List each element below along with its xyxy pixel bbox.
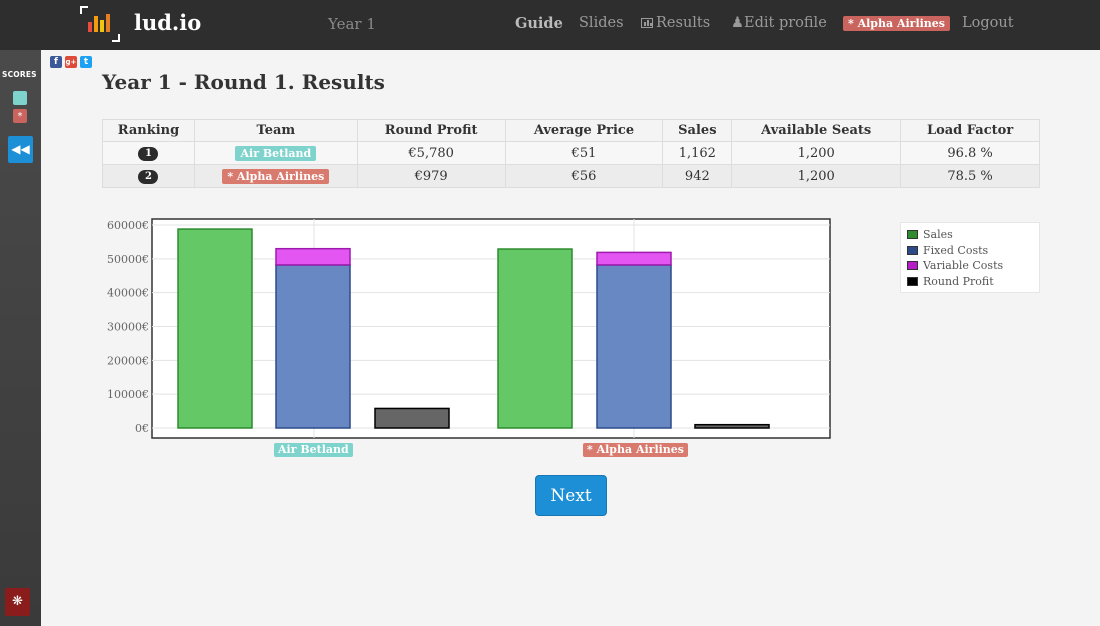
table-row: 1 Air Betland €5,780 €51 1,162 1,200 96.… [102,141,1040,165]
bar-sales [497,248,573,429]
legend-item-round-profit: Round Profit [907,274,1033,290]
legend-swatch [907,230,918,240]
user-icon: ♟ [731,15,744,31]
table-header-row: Ranking Team Round Profit Average Price … [102,119,1040,142]
cell-sales: 942 [662,164,733,188]
col-ranking: Ranking [102,119,195,142]
legend-item-variable-costs: Variable Costs [907,258,1033,274]
brand-name[interactable]: lud.io [134,10,201,35]
nav-logout[interactable]: Logout [962,15,1014,31]
nav-edit-profile[interactable]: ♟Edit profile [731,15,827,31]
cell-sales: 1,162 [662,141,733,165]
y-tick-label: 20000€ [107,354,149,367]
cell-seats: 1,200 [731,164,902,188]
y-tick-label: 30000€ [107,321,149,334]
google-share-icon[interactable]: g+ [65,56,77,68]
double-chevron-left-icon: ◀◀ [11,142,30,156]
legend-item-sales: Sales [907,227,1033,243]
chart-legend: Sales Fixed Costs Variable Costs Round P… [900,222,1040,293]
bug-icon: ❋ [12,594,23,609]
y-tick-label: 10000€ [107,388,149,401]
x-category-alpha-airlines: * Alpha Airlines [583,443,688,457]
report-bug-button[interactable]: ❋ [5,588,30,616]
bar-fixed-costs [596,264,672,429]
bar-sales [177,228,253,429]
cell-price: €51 [504,141,664,165]
plot-area [151,218,831,439]
bar-round-profit [374,407,450,429]
col-available-seats: Available Seats [731,119,902,142]
y-tick-label: 50000€ [107,253,149,266]
cell-load: 96.8 % [900,141,1040,165]
col-load-factor: Load Factor [900,119,1040,142]
bar-variable-costs [596,251,672,266]
nav-results[interactable]: Results [641,15,710,31]
cell-load: 78.5 % [900,164,1040,188]
team-score-square-alpha-airlines[interactable]: * [13,109,27,123]
cell-price: €56 [504,164,664,188]
x-category-air-betland: Air Betland [274,443,353,457]
legend-item-fixed-costs: Fixed Costs [907,243,1033,259]
top-navbar: lud.io Year 1 Guide Slides Results ♟Edit… [0,0,1100,50]
facebook-share-icon[interactable]: f [50,56,62,68]
col-sales: Sales [662,119,733,142]
col-average-price: Average Price [504,119,664,142]
team-score-square-air-betland[interactable] [13,91,27,105]
legend-swatch [907,261,918,271]
legend-swatch [907,276,918,286]
twitter-share-icon[interactable]: t [80,56,92,68]
legend-label: Sales [923,228,953,242]
y-tick-label: 60000€ [107,219,149,232]
collapse-sidebar-button[interactable]: ◀◀ [8,136,33,163]
nav-slides[interactable]: Slides [579,15,624,31]
table-row: 2 * Alpha Airlines €979 €56 942 1,200 78… [102,164,1040,188]
bar-variable-costs [275,247,351,266]
bar-fixed-costs [275,264,351,429]
logo-icon[interactable] [80,6,120,42]
bar-chart-icon [641,18,653,28]
results-bar-chart: 0€ 10000€ 20000€ 30000€ 40000€ 50000€ 60000€ [107,218,831,439]
next-button[interactable]: Next [535,475,607,516]
y-tick-label: 40000€ [107,287,149,300]
legend-label: Fixed Costs [923,243,989,257]
y-tick-label: 0€ [135,422,149,435]
scores-label: SCORES [2,70,37,79]
results-table: Ranking Team Round Profit Average Price … [102,119,1040,188]
team-label-air-betland: Air Betland [235,145,317,161]
page-title: Year 1 - Round 1. Results [102,70,385,94]
nav-guide[interactable]: Guide [515,15,563,32]
legend-label: Variable Costs [923,259,1004,273]
rank-badge: 2 [138,170,159,184]
cell-profit: €5,780 [356,141,506,165]
rank-badge: 1 [138,147,159,161]
nav-results-label: Results [656,15,711,31]
cell-seats: 1,200 [731,141,902,165]
nav-team-badge[interactable]: * Alpha Airlines [843,16,950,31]
nav-year[interactable]: Year 1 [328,15,376,33]
cell-profit: €979 [356,164,506,188]
scores-sidebar: SCORES * ◀◀ ❋ [0,50,41,626]
nav-edit-profile-label: Edit profile [744,15,827,31]
team-label-alpha-airlines: * Alpha Airlines [222,168,330,184]
legend-swatch [907,245,918,255]
bar-round-profit [694,423,770,429]
legend-label: Round Profit [923,274,994,288]
col-round-profit: Round Profit [356,119,506,142]
col-team: Team [193,119,358,142]
